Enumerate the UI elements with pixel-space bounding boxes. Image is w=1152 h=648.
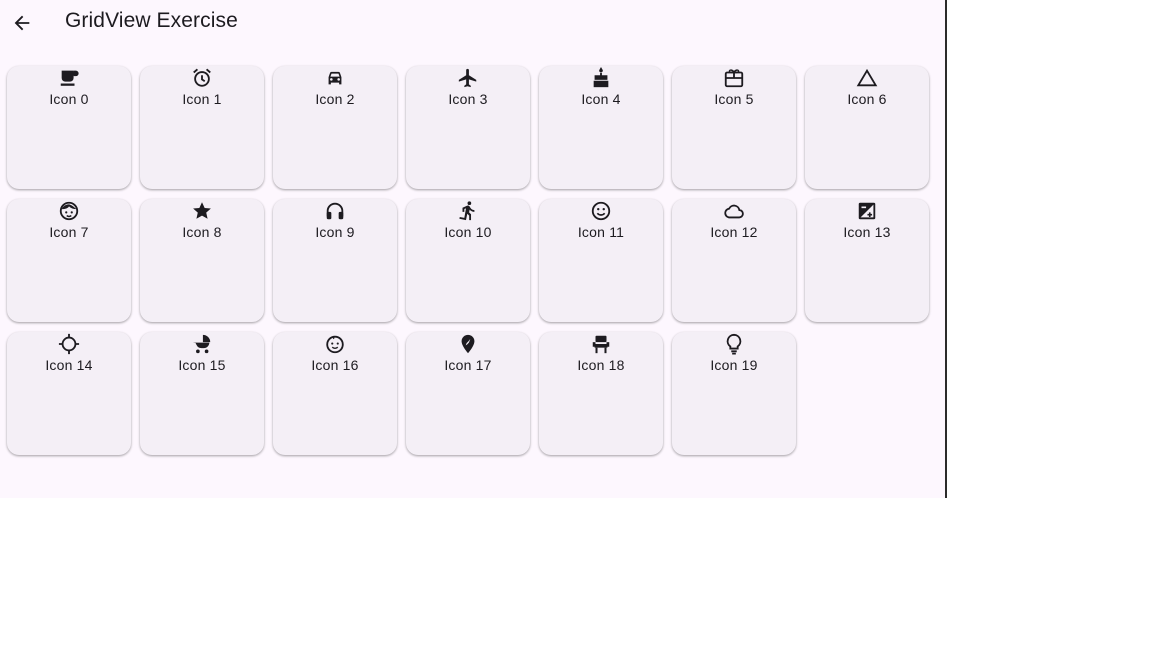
alarm-icon (190, 66, 214, 90)
grid-card[interactable]: Icon 16 (273, 332, 397, 455)
grid-card-label: Icon 11 (577, 224, 625, 240)
grid-card[interactable]: Icon 6 (805, 66, 929, 189)
grid-card-label: Icon 10 (444, 224, 492, 240)
grid-card[interactable]: Icon 0 (7, 66, 131, 189)
app-window: GridView Exercise Icon 0 Icon 1 Icon 2 Icon… (0, 0, 947, 498)
airplane-icon (456, 66, 480, 90)
grid-card-label: Icon 5 (714, 91, 754, 107)
app-bar: GridView Exercise (0, 0, 945, 46)
grid-card-label: Icon 9 (315, 224, 355, 240)
grid-card[interactable]: Icon 3 (406, 66, 530, 189)
walking-icon (456, 199, 480, 223)
triangle-icon (855, 66, 879, 90)
page-title: GridView Exercise (65, 9, 238, 32)
icon-grid: Icon 0 Icon 1 Icon 2 Icon 3 Icon 4 Icon 5 Icon… (7, 66, 929, 455)
grid-card[interactable]: Icon 8 (140, 199, 264, 322)
grid-card[interactable]: Icon 4 (539, 66, 663, 189)
grid-card[interactable]: Icon 1 (140, 66, 264, 189)
grid-card-label: Icon 1 (182, 91, 222, 107)
grid-card-label: Icon 18 (577, 357, 625, 373)
car-icon (323, 66, 347, 90)
grid-card-label: Icon 8 (182, 224, 222, 240)
grid-card-label: Icon 14 (45, 357, 93, 373)
grid-card[interactable]: Icon 12 (672, 199, 796, 322)
grid-card-label: Icon 0 (49, 91, 89, 107)
arrow-back-icon (14, 15, 30, 31)
baby-face-icon (323, 332, 347, 356)
explore-pin-icon (456, 332, 480, 356)
grid-card-label: Icon 15 (178, 357, 226, 373)
cake-icon (589, 66, 613, 90)
lightbulb-icon (722, 332, 746, 356)
grid-card[interactable]: Icon 5 (672, 66, 796, 189)
stroller-icon (190, 332, 214, 356)
cloud-icon (722, 199, 746, 223)
grid-card[interactable]: Icon 19 (672, 332, 796, 455)
grid-card[interactable]: Icon 10 (406, 199, 530, 322)
grid-card[interactable]: Icon 13 (805, 199, 929, 322)
gift-card-icon (722, 66, 746, 90)
grid-card[interactable]: Icon 11 (539, 199, 663, 322)
exposure-icon (855, 199, 879, 223)
grid-card[interactable]: Icon 7 (7, 199, 131, 322)
grid-card[interactable]: Icon 18 (539, 332, 663, 455)
grid-card-label: Icon 16 (311, 357, 359, 373)
grid-card-label: Icon 13 (843, 224, 891, 240)
grid-card-label: Icon 12 (710, 224, 758, 240)
grid-card-label: Icon 4 (581, 91, 621, 107)
smiley-icon (589, 199, 613, 223)
headphones-icon (323, 199, 347, 223)
grid-card[interactable]: Icon 14 (7, 332, 131, 455)
grid-card-label: Icon 7 (49, 224, 89, 240)
gps-icon (57, 332, 81, 356)
grid-card[interactable]: Icon 17 (406, 332, 530, 455)
grid-card-label: Icon 3 (448, 91, 488, 107)
star-icon (190, 199, 214, 223)
back-button[interactable] (4, 5, 40, 41)
child-face-icon (57, 199, 81, 223)
grid-card[interactable]: Icon 2 (273, 66, 397, 189)
grid-card-label: Icon 17 (444, 357, 492, 373)
grid-card[interactable]: Icon 15 (140, 332, 264, 455)
grid-card-label: Icon 6 (847, 91, 887, 107)
grid-card-label: Icon 2 (315, 91, 355, 107)
coffee-icon (57, 66, 81, 90)
grid-card[interactable]: Icon 9 (273, 199, 397, 322)
chair-icon (589, 332, 613, 356)
grid-card-label: Icon 19 (710, 357, 758, 373)
